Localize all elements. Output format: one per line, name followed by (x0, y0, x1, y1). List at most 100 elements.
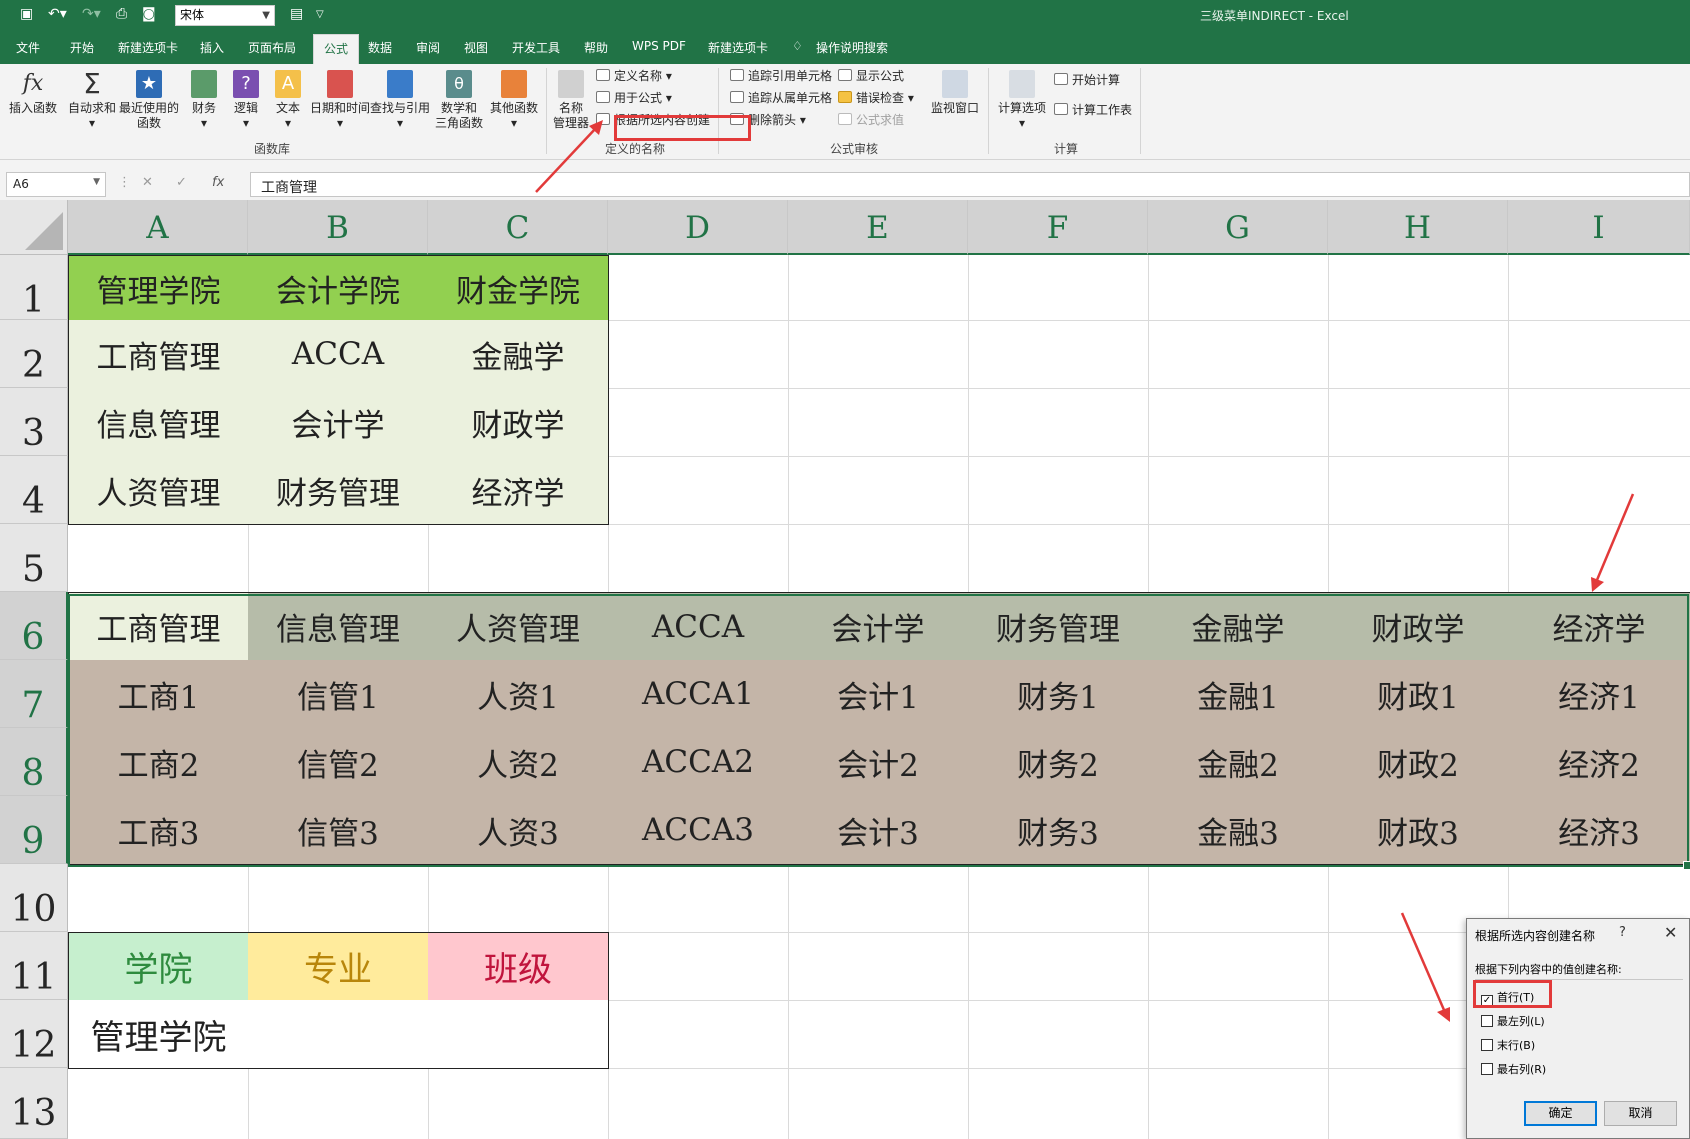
row-header-10[interactable]: 10 (0, 864, 68, 932)
row-header-6[interactable]: 6 (0, 592, 68, 660)
cell-i7[interactable]: 经济1 (1508, 660, 1690, 729)
cell-a11[interactable]: 学院 (68, 932, 249, 1001)
tab-developer[interactable]: 开发工具 (512, 39, 560, 56)
print-preview-icon[interactable]: ⎙ (116, 6, 127, 22)
tab-review[interactable]: 审阅 (416, 39, 440, 56)
cell-g6[interactable]: 金融学 (1148, 592, 1329, 661)
tab-data[interactable]: 数据 (368, 39, 392, 56)
cell-c11[interactable]: 班级 (428, 932, 609, 1001)
cell-e9[interactable]: 会计3 (788, 796, 969, 865)
cell-b2[interactable]: ACCA (248, 320, 429, 389)
tab-view[interactable]: 视图 (464, 39, 488, 56)
cell-b1[interactable]: 会计学院 (248, 255, 429, 321)
cancel-icon[interactable]: ✕ (142, 175, 153, 190)
name-box[interactable]: A6 ▼ (6, 172, 106, 197)
cell-h7[interactable]: 财政1 (1328, 660, 1509, 729)
tab-new-2[interactable]: 新建选项卡 (708, 39, 768, 56)
cell-a8[interactable]: 工商2 (68, 728, 249, 797)
row-header-11[interactable]: 11 (0, 932, 68, 1000)
autosum-button[interactable]: Σ 自动求和 ▾ (66, 70, 118, 131)
more-functions-button[interactable]: 其他函数 ▾ (486, 70, 542, 131)
cell-i9[interactable]: 经济3 (1508, 796, 1690, 865)
trace-dependents-button[interactable]: 追踪从属单元格 (730, 90, 832, 106)
cell-c9[interactable]: 人资3 (428, 796, 609, 865)
cell-f6[interactable]: 财务管理 (968, 592, 1149, 661)
cell-b7[interactable]: 信管1 (248, 660, 429, 729)
column-header-b[interactable]: B (248, 200, 428, 255)
row-header-4[interactable]: 4 (0, 456, 68, 524)
undo-icon[interactable]: ↶▾ (48, 6, 67, 22)
row-header-7[interactable]: 7 (0, 660, 68, 728)
cell-f9[interactable]: 财务3 (968, 796, 1149, 865)
camera-icon[interactable]: ◙ (142, 6, 156, 22)
tell-me-search[interactable]: 操作说明搜索 (816, 39, 888, 56)
save-icon[interactable]: ▣ (20, 6, 33, 22)
column-header-d[interactable]: D (608, 200, 788, 255)
cell-c8[interactable]: 人资2 (428, 728, 609, 797)
cell-e8[interactable]: 会计2 (788, 728, 969, 797)
cell-f7[interactable]: 财务1 (968, 660, 1149, 729)
cell-i6[interactable]: 经济学 (1508, 592, 1690, 661)
cell-f8[interactable]: 财务2 (968, 728, 1149, 797)
cell-b12[interactable] (248, 1000, 429, 1069)
cell-b11[interactable]: 专业 (248, 932, 429, 1001)
cell-d6[interactable]: ACCA (608, 592, 789, 661)
watch-window-button[interactable]: 监视窗口 (928, 70, 982, 116)
datetime-button[interactable]: 日期和时间 ▾ (306, 70, 374, 131)
lookup-button[interactable]: 查找与引用 ▾ (366, 70, 434, 131)
calc-sheet-button[interactable]: 计算工作表 (1054, 102, 1132, 118)
insert-function-icon[interactable]: fx (212, 175, 224, 190)
cell-a3[interactable]: 信息管理 (68, 388, 249, 457)
cell-b8[interactable]: 信管2 (248, 728, 429, 797)
help-icon[interactable]: ? (1619, 925, 1626, 940)
row-header-1[interactable]: 1 (0, 255, 68, 321)
cell-c6[interactable]: 人资管理 (428, 592, 609, 661)
cell-b6[interactable]: 信息管理 (248, 592, 429, 661)
bottom-row-checkbox[interactable]: 末行(B) (1481, 1037, 1535, 1053)
cell-a9[interactable]: 工商3 (68, 796, 249, 865)
evaluate-formula-button[interactable]: 公式求值 (838, 112, 904, 128)
cell-i8[interactable]: 经济2 (1508, 728, 1690, 797)
ok-button[interactable]: 确定 (1524, 1101, 1597, 1126)
recent-functions-button[interactable]: ★ 最近使用的 函数 (118, 70, 180, 131)
cell-a7[interactable]: 工商1 (68, 660, 249, 729)
cell-a2[interactable]: 工商管理 (68, 320, 249, 389)
cell-a12[interactable]: 管理学院 (68, 1000, 249, 1069)
close-icon[interactable]: ✕ (1664, 923, 1677, 942)
insert-function-button[interactable]: fx 插入函数 (6, 70, 60, 116)
cell-a4[interactable]: 人资管理 (68, 456, 249, 525)
cell-h8[interactable]: 财政2 (1328, 728, 1509, 797)
tab-formulas[interactable]: 公式 (313, 34, 360, 64)
left-column-checkbox[interactable]: 最左列(L) (1481, 1013, 1545, 1029)
worksheet-grid[interactable]: A B C D E F G H I 1 2 3 4 5 6 7 8 9 10 11 12 13 管理学院 会计学院 财金学院工… (0, 200, 1690, 1139)
tab-insert[interactable]: 插入 (200, 39, 224, 56)
cell-c7[interactable]: 人资1 (428, 660, 609, 729)
column-header-i[interactable]: I (1508, 200, 1690, 255)
cell-g7[interactable]: 金融1 (1148, 660, 1329, 729)
row-header-13[interactable]: 13 (0, 1068, 68, 1139)
cell-b9[interactable]: 信管3 (248, 796, 429, 865)
row-header-8[interactable]: 8 (0, 728, 68, 796)
cell-g9[interactable]: 金融3 (1148, 796, 1329, 865)
row-header-9[interactable]: 9 (0, 796, 68, 864)
cell-h6[interactable]: 财政学 (1328, 592, 1509, 661)
cell-b4[interactable]: 财务管理 (248, 456, 429, 525)
row-header-12[interactable]: 12 (0, 1000, 68, 1068)
cell-a6[interactable]: 工商管理 (68, 592, 249, 661)
financial-button[interactable]: 财务 ▾ (184, 70, 224, 131)
cell-c3[interactable]: 财政学 (428, 388, 609, 457)
tab-new-1[interactable]: 新建选项卡 (118, 39, 178, 56)
logical-button[interactable]: ? 逻辑 ▾ (226, 70, 266, 131)
text-button[interactable]: A 文本 ▾ (268, 70, 308, 131)
use-in-formula-button[interactable]: 用于公式 ▾ (596, 90, 672, 106)
calc-options-button[interactable]: 计算选项 ▾ (994, 70, 1050, 131)
cell-e6[interactable]: 会计学 (788, 592, 969, 661)
cell-c4[interactable]: 经济学 (428, 456, 609, 525)
define-name-button[interactable]: 定义名称 ▾ (596, 68, 672, 84)
cell-d8[interactable]: ACCA2 (608, 728, 789, 797)
trace-precedents-button[interactable]: 追踪引用单元格 (730, 68, 832, 84)
column-header-a[interactable]: A (68, 200, 248, 255)
calc-now-button[interactable]: 开始计算 (1054, 72, 1120, 88)
column-header-g[interactable]: G (1148, 200, 1328, 255)
cell-g8[interactable]: 金融2 (1148, 728, 1329, 797)
